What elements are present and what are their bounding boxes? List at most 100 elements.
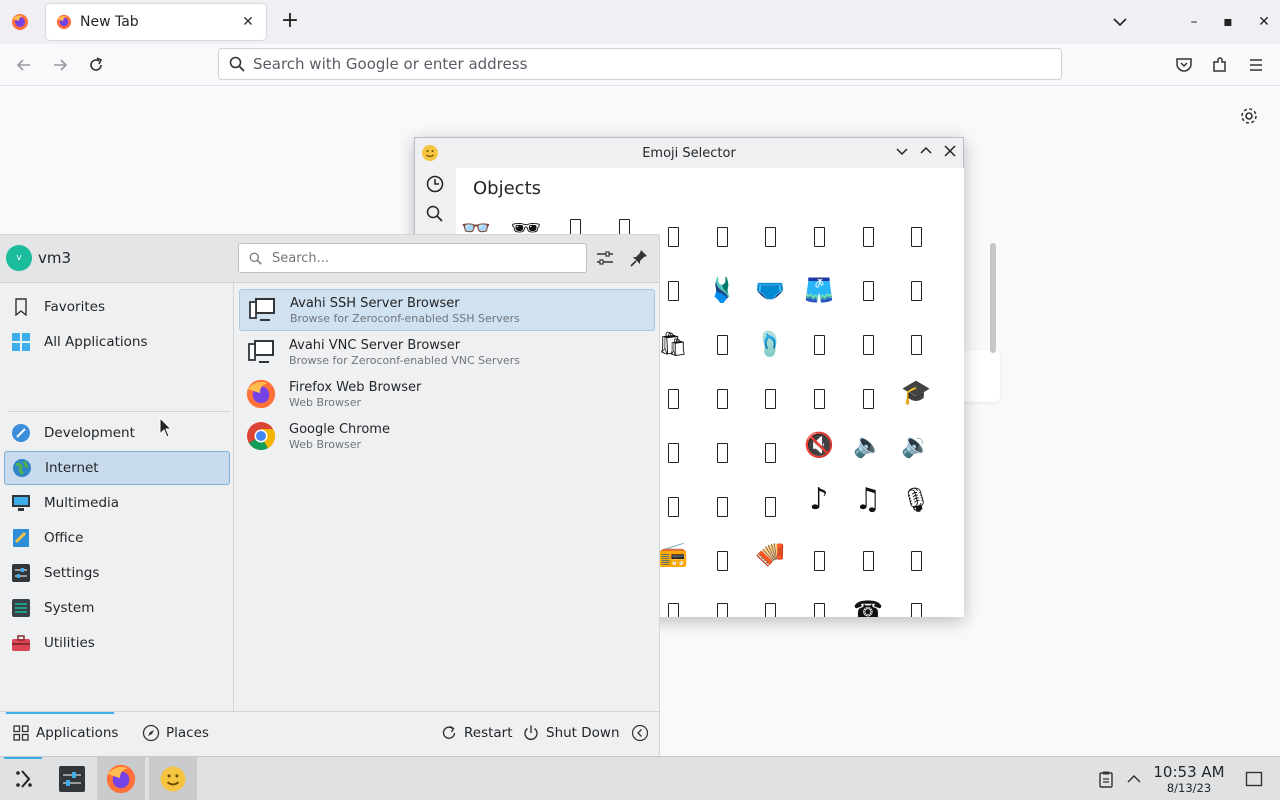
restart-button[interactable]: Restart [440, 724, 513, 742]
musical-note-emoji[interactable]: ♪ [801, 482, 837, 518]
category-office[interactable]: Office [4, 521, 230, 555]
category-system[interactable]: System [4, 591, 230, 625]
musical-notes-emoji[interactable]: ♫ [850, 482, 886, 518]
category-favorites[interactable]: Favorites [4, 290, 230, 324]
microphone-emoji[interactable]: 🎙 [898, 482, 934, 518]
emoji-placeholder[interactable] [898, 326, 934, 362]
scrollbar-handle[interactable] [990, 243, 996, 353]
emoji-placeholder[interactable] [850, 542, 886, 578]
shorts-emoji[interactable]: 🩳 [801, 272, 837, 308]
search-icon[interactable] [425, 204, 445, 224]
swimsuit-emoji[interactable]: 🩱 [704, 272, 740, 308]
gear-icon[interactable] [1238, 105, 1260, 127]
thong-sandal-emoji[interactable]: 🩴 [752, 326, 788, 362]
telephone-emoji[interactable]: ☎ [850, 592, 886, 617]
speaker-low-emoji[interactable]: 🔈 [850, 427, 886, 463]
muted-speaker-emoji[interactable]: 🔇 [801, 427, 837, 463]
emoji-placeholder[interactable] [752, 380, 788, 416]
emoji-placeholder[interactable] [801, 594, 837, 617]
emoji-placeholder[interactable] [850, 218, 886, 254]
emoji-placeholder[interactable] [898, 272, 934, 308]
emoji-placeholder[interactable] [850, 272, 886, 308]
emoji-placeholder[interactable] [850, 380, 886, 416]
application-launcher-button[interactable] [0, 757, 48, 800]
emoji-placeholder[interactable] [801, 326, 837, 362]
chevron-down-icon[interactable] [1108, 10, 1132, 34]
emoji-placeholder[interactable] [655, 488, 691, 524]
avatar[interactable]: v [6, 245, 32, 271]
chevron-up-icon[interactable] [1123, 768, 1145, 790]
minimize-button[interactable]: – [1182, 10, 1206, 34]
back-arrow-icon[interactable] [12, 53, 36, 77]
configure-sliders-icon[interactable] [594, 247, 616, 269]
emoji-placeholder[interactable] [704, 218, 740, 254]
briefs-emoji[interactable]: 🩲 [752, 272, 788, 308]
emoji-placeholder[interactable] [801, 218, 837, 254]
emoji-placeholder[interactable] [655, 218, 691, 254]
shutdown-button[interactable]: Shut Down [522, 724, 620, 742]
emoji-placeholder[interactable] [704, 326, 740, 362]
shopping-bags-emoji[interactable]: 🛍 [655, 326, 691, 362]
clipboard-icon[interactable] [1095, 768, 1117, 790]
leave-menu-button[interactable] [631, 724, 655, 742]
tab-new-tab[interactable]: New Tab ✕ [46, 4, 266, 40]
accordion-emoji[interactable]: 🪗 [752, 536, 788, 572]
emoji-placeholder[interactable] [752, 434, 788, 470]
emoji-placeholder[interactable] [850, 326, 886, 362]
emoji-placeholder[interactable] [752, 488, 788, 524]
recent-clock-icon[interactable] [425, 174, 445, 194]
maximize-button[interactable] [917, 144, 935, 162]
show-desktop-icon[interactable] [1243, 768, 1265, 790]
emoji-placeholder[interactable] [655, 434, 691, 470]
emoji-placeholder[interactable] [898, 594, 934, 617]
radio-emoji[interactable]: 📻 [655, 536, 691, 572]
pin-icon[interactable] [628, 247, 650, 269]
emoji-placeholder[interactable] [704, 488, 740, 524]
pocket-icon[interactable] [1172, 53, 1196, 77]
new-tab-button[interactable]: + [276, 8, 304, 36]
clock-time[interactable]: 10:53 AM [1150, 763, 1228, 781]
emoji-placeholder[interactable] [655, 380, 691, 416]
category-utilities[interactable]: Utilities [4, 626, 230, 660]
menu-icon[interactable] [1244, 53, 1268, 77]
address-bar[interactable]: Search with Google or enter address [218, 48, 1062, 80]
emoji-placeholder[interactable] [704, 380, 740, 416]
task-system-settings[interactable] [48, 757, 96, 800]
clock-date[interactable]: 8/13/23 [1150, 781, 1228, 795]
emoji-placeholder[interactable] [801, 542, 837, 578]
app-firefox[interactable]: Firefox Web Browser Web Browser [239, 374, 655, 414]
task-firefox[interactable] [97, 757, 145, 800]
emoji-placeholder[interactable] [704, 542, 740, 578]
emoji-placeholder[interactable] [752, 218, 788, 254]
category-development[interactable]: Development [4, 416, 230, 450]
emoji-placeholder[interactable] [704, 434, 740, 470]
speaker-high-emoji[interactable]: 🔉 [898, 427, 934, 463]
launcher-search-input[interactable]: Search... [238, 243, 587, 273]
close-tab-icon[interactable]: ✕ [240, 14, 256, 30]
reload-icon[interactable] [84, 53, 108, 77]
emoji-placeholder[interactable] [704, 594, 740, 617]
app-avahi-ssh[interactable]: Avahi SSH Server Browser Browse for Zeroc… [239, 289, 655, 331]
app-google-chrome[interactable]: Google Chrome Web Browser [239, 416, 655, 456]
category-internet[interactable]: Internet [4, 451, 230, 485]
tab-applications[interactable]: Applications [12, 724, 118, 742]
category-settings[interactable]: Settings [4, 556, 230, 590]
emoji-placeholder[interactable] [898, 218, 934, 254]
close-button[interactable] [941, 144, 959, 162]
minimize-button[interactable] [893, 144, 911, 162]
category-multimedia[interactable]: Multimedia [4, 486, 230, 520]
emoji-placeholder[interactable] [801, 380, 837, 416]
emoji-placeholder[interactable] [655, 594, 691, 617]
maximize-button[interactable]: ▪ [1216, 10, 1240, 34]
shortcut-card[interactable] [960, 350, 1000, 402]
emoji-placeholder[interactable] [655, 272, 691, 308]
emoji-placeholder[interactable] [752, 594, 788, 617]
close-window-button[interactable]: ✕ [1252, 10, 1276, 34]
extensions-icon[interactable] [1208, 53, 1232, 77]
emoji-placeholder[interactable] [898, 542, 934, 578]
graduation-cap-emoji[interactable]: 🎓 [898, 374, 934, 410]
category-all-applications[interactable]: All Applications [4, 325, 230, 359]
tab-places[interactable]: Places [142, 724, 209, 742]
forward-arrow-icon[interactable] [48, 53, 72, 77]
app-avahi-vnc[interactable]: Avahi VNC Server Browser Browse for Zeroc… [239, 332, 655, 372]
